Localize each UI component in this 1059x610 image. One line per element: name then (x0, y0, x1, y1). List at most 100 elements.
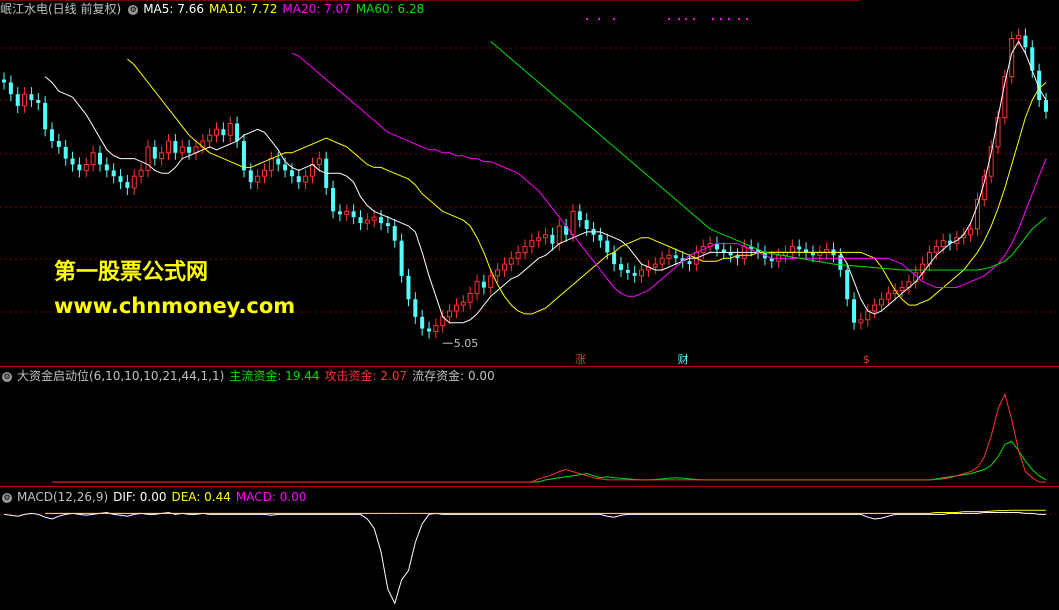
candle-body-down (152, 146, 157, 159)
candle-body-down (296, 176, 301, 183)
candle-body-up (501, 263, 507, 271)
candle-body-up (968, 228, 974, 236)
macd-value: MACD: 0.00 (235, 490, 307, 504)
candle-body-down (77, 164, 82, 171)
candle-body-down (420, 316, 425, 329)
event-marker: $ (863, 353, 870, 366)
macd-indicator-header: ⚙ MACD(12,26,9) DIF: 0.00 DEA: 0.44 MACD: 0.… (0, 490, 311, 504)
candle-body-down (241, 141, 246, 171)
candle-body-down (351, 211, 356, 218)
candle-body-up (371, 216, 377, 221)
candle-body-down (97, 152, 102, 165)
candle-body-up (872, 304, 878, 312)
candle-body-down (550, 234, 555, 244)
candle-body-up (495, 269, 501, 277)
candle-body-up (179, 146, 185, 154)
candle-body-up (885, 292, 891, 300)
candle-body-down (125, 182, 130, 188)
fund-panel[interactable] (52, 392, 1047, 483)
candle-body-up (522, 246, 528, 253)
attack-fund-value: 攻击资金: 2.07 (324, 369, 408, 383)
candle-body-up (90, 152, 96, 165)
settings-gear-icon[interactable]: ⚙ (2, 371, 12, 382)
candle-body-down (337, 211, 342, 215)
candle-body-up (878, 298, 884, 306)
ma60-value: MA60: 6.28 (355, 2, 425, 16)
candle-body-down (331, 187, 336, 212)
candle-body-down (358, 217, 363, 224)
candle-body-up (364, 219, 370, 224)
candle-body-down (289, 170, 294, 177)
candle-body-down (427, 328, 432, 332)
candle-body-down (283, 164, 288, 171)
fund-indicator-title[interactable]: 大资金启动位(6,10,10,10,21,44,1,1) (17, 369, 224, 383)
signal-dot (712, 18, 714, 20)
stock-title[interactable]: 岷江水电(日线 前复权) (0, 2, 121, 16)
candle-body-down (612, 252, 617, 265)
signal-dot (668, 18, 670, 20)
candle-body-up (556, 225, 562, 245)
candle-body-up (508, 257, 514, 265)
candle-body-up (166, 140, 172, 154)
candle-body-up (131, 175, 137, 189)
candle-body-down (111, 170, 116, 177)
candle-body-down (276, 158, 281, 165)
candle-body-down (673, 255, 678, 259)
ma20-value: MA20: 7.07 (282, 2, 351, 16)
candle-body-down (36, 100, 41, 103)
candle-body-down (392, 226, 397, 241)
signal-dot (738, 18, 740, 20)
candle-body-down (1023, 35, 1028, 48)
candle-body-up (652, 263, 658, 268)
candle-body-up (933, 246, 939, 253)
macd-title[interactable]: MACD(12,26,9) (17, 490, 108, 504)
low-price-label: 5.05 (454, 337, 479, 350)
ma10-value: MA10: 7.72 (208, 2, 278, 16)
candle-body-down (618, 264, 623, 270)
candle-body-down (481, 281, 486, 288)
candle-body-up (467, 292, 473, 303)
settings-gear-icon[interactable]: ⚙ (2, 492, 12, 503)
candle-body-up (22, 93, 28, 107)
fund-line (58, 440, 1047, 483)
dea-value: DEA: 0.44 (171, 490, 231, 504)
candle-body-down (406, 275, 411, 300)
candle-body-up (447, 310, 453, 318)
main-fund-value: 主流资金: 19.44 (229, 369, 320, 383)
candle-body-down (399, 240, 404, 276)
settings-gear-icon[interactable]: ⚙ (128, 4, 139, 15)
candle-body-down (584, 220, 589, 229)
macd-dea-line (45, 509, 1046, 514)
candle-body-down (235, 123, 240, 142)
candle-body-up (789, 246, 795, 253)
candle-body-up (995, 117, 1001, 148)
ma5-value: MA5: 7.66 (143, 2, 204, 16)
signal-dot (613, 18, 615, 20)
candle-body-down (43, 102, 48, 130)
candle-body-up (865, 310, 871, 321)
event-marker: 财 (678, 352, 689, 366)
candle-body-up (262, 169, 267, 177)
event-marker: 涨 (575, 353, 586, 366)
fund-line (52, 392, 1046, 483)
candle-body-up (159, 152, 165, 160)
candle-body-up (1016, 35, 1022, 40)
candle-body-up (543, 234, 549, 239)
main-chart-header: 岷江水电(日线 前复权) ⚙ MA5: 7.66 MA10: 7.72 MA20: 7.… (0, 2, 429, 16)
watermark-url: www.chnmoney.com (54, 294, 296, 318)
candle-body-down (845, 269, 850, 300)
candle-body-up (474, 281, 480, 294)
candle-body-up (138, 169, 144, 177)
signal-dot (685, 18, 687, 20)
candle-body-down (173, 141, 178, 153)
candle-body-up (227, 122, 233, 136)
candle-body-up (515, 251, 521, 259)
candle-body-down (625, 269, 630, 273)
candle-body-down (632, 272, 637, 276)
candle-body-up (899, 287, 905, 291)
candle-body-down (1044, 100, 1048, 112)
candle-body-down (221, 129, 226, 136)
candle-body-up (488, 275, 494, 289)
signal-dot (728, 18, 730, 20)
macd-panel[interactable] (3, 509, 1046, 605)
